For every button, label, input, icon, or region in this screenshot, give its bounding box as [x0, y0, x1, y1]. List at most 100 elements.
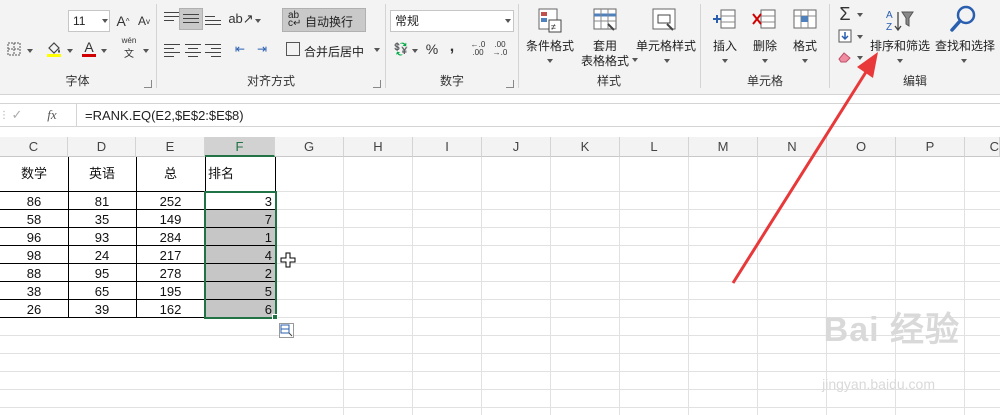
grow-font-icon[interactable]: A ^: [115, 12, 131, 30]
conditional-format-icon[interactable]: ≠: [536, 6, 564, 34]
chevron-down-icon[interactable]: [101, 49, 107, 53]
increase-decimal-icon[interactable]: ←.0 .00: [468, 40, 488, 58]
column-header-j[interactable]: J: [482, 137, 551, 157]
increase-indent-icon[interactable]: ⇥: [253, 40, 271, 58]
delete-button[interactable]: 删除: [747, 39, 783, 53]
column-header-k[interactable]: K: [551, 137, 620, 157]
chevron-down-icon[interactable]: [255, 19, 261, 23]
chevron-down-icon[interactable]: [547, 59, 553, 63]
format-cells-icon[interactable]: [791, 6, 819, 34]
svg-text:A: A: [886, 10, 893, 21]
decrease-indent-icon[interactable]: ⇤: [231, 40, 249, 58]
insert-cells-icon[interactable]: [711, 6, 739, 34]
chevron-down-icon[interactable]: [802, 59, 808, 63]
orientation-icon[interactable]: ab↗: [228, 10, 253, 28]
shrink-font-icon[interactable]: Av: [136, 12, 152, 30]
chevron-down-icon[interactable]: [664, 59, 670, 63]
top-align-icon[interactable]: [164, 12, 180, 26]
format-cells-svg: [793, 9, 817, 29]
column-header-e[interactable]: E: [136, 137, 205, 157]
conditional-format-button[interactable]: 条件格式: [522, 39, 578, 53]
sort-filter-icon[interactable]: A Z: [884, 6, 914, 36]
dialog-launcher-icon[interactable]: [506, 80, 514, 88]
dialog-launcher-icon[interactable]: [373, 80, 381, 88]
number-format-dropdown[interactable]: 常规: [390, 10, 514, 32]
column-header-h[interactable]: H: [344, 137, 413, 157]
chevron-down-icon[interactable]: [762, 59, 768, 63]
gridline: [964, 157, 965, 415]
chevron-down-icon[interactable]: [143, 49, 149, 53]
bottom-align-icon[interactable]: [205, 16, 221, 30]
chevron-down-icon[interactable]: [632, 58, 638, 62]
quick-analysis-button[interactable]: [279, 323, 294, 338]
header-cell-total[interactable]: 总: [136, 165, 205, 183]
editing-group-label: 编辑: [902, 74, 927, 88]
find-select-button[interactable]: 查找和选择: [932, 39, 998, 53]
column-header-g[interactable]: G: [275, 137, 344, 157]
header-cell-english[interactable]: 英语: [68, 165, 136, 183]
clear-icon[interactable]: [837, 50, 853, 64]
header-cell-rank[interactable]: 排名: [208, 165, 274, 183]
find-select-icon[interactable]: [948, 4, 978, 34]
insert-button[interactable]: 插入: [707, 39, 743, 53]
chevron-down-icon[interactable]: [412, 49, 418, 53]
baidu-watermark-url: jingyan.baidu.com: [822, 376, 935, 392]
chevron-down-icon[interactable]: [857, 56, 863, 60]
delete-cells-icon[interactable]: [751, 6, 779, 34]
fill-down-icon[interactable]: [837, 28, 853, 44]
format-as-table-button-l1[interactable]: 套用: [585, 39, 625, 53]
column-header-o[interactable]: O: [827, 137, 896, 157]
column-header-c[interactable]: C: [0, 137, 68, 157]
chevron-down-icon[interactable]: [27, 49, 33, 53]
column-header-i[interactable]: I: [413, 137, 482, 157]
insert-function-icon[interactable]: fx: [42, 107, 62, 123]
border-icon[interactable]: [6, 41, 22, 57]
font-color-bar: [82, 53, 96, 57]
format-as-table-icon[interactable]: [591, 6, 619, 34]
gridline: [550, 157, 551, 415]
dialog-launcher-icon[interactable]: [144, 80, 152, 88]
cell-styles-svg: [652, 8, 676, 31]
format-button[interactable]: 格式: [787, 39, 823, 53]
header-cell-math[interactable]: 数学: [0, 165, 68, 183]
left-align-icon[interactable]: [164, 44, 180, 58]
fill-color-icon[interactable]: [45, 40, 63, 58]
sort-filter-button[interactable]: 排序和筛选: [868, 39, 932, 53]
merge-center-button[interactable]: 合并后居中: [282, 39, 382, 61]
font-color-icon[interactable]: A: [80, 38, 98, 58]
chevron-down-icon[interactable]: [722, 59, 728, 63]
column-header-l[interactable]: L: [620, 137, 689, 157]
phonetic-guide-icon[interactable]: wén 文: [118, 36, 140, 60]
comma-style-icon[interactable]: ,: [446, 38, 458, 56]
enter-check-icon[interactable]: ✓: [10, 107, 24, 123]
cell-styles-button[interactable]: 单元格样式: [634, 39, 698, 53]
cell-styles-icon[interactable]: [650, 6, 678, 34]
column-header-f[interactable]: F: [205, 137, 275, 157]
column-header-m[interactable]: M: [689, 137, 758, 157]
wrap-text-button[interactable]: ab c↵ 自动换行: [282, 8, 366, 32]
decrease-decimal-icon[interactable]: .00 →.0: [490, 40, 510, 58]
chevron-down-icon[interactable]: [67, 49, 73, 53]
column-header-q[interactable]: C: [965, 137, 1000, 157]
chevron-down-icon[interactable]: [857, 35, 863, 39]
center-align-icon[interactable]: [185, 44, 201, 58]
column-header-d[interactable]: D: [68, 137, 136, 157]
chevron-down-icon[interactable]: [897, 59, 903, 63]
middle-align-icon[interactable]: [183, 14, 199, 28]
autosum-icon[interactable]: Σ: [836, 4, 854, 24]
wrap-text-icon: ab c↵: [288, 10, 302, 29]
chevron-down-icon[interactable]: [961, 59, 967, 63]
chevron-down-icon[interactable]: [857, 13, 863, 17]
format-as-table-button-l2[interactable]: 表格格式: [574, 54, 636, 68]
accounting-format-icon[interactable]: 💱: [392, 40, 410, 58]
font-size-dropdown[interactable]: 11: [68, 10, 110, 32]
right-align-icon[interactable]: [205, 44, 221, 58]
font-group-label: 字体: [65, 74, 90, 88]
conditional-format-svg: ≠: [538, 8, 562, 33]
fill-down-svg: [838, 29, 852, 43]
formula-input[interactable]: =RANK.EQ(E2,$E$2:$E$8): [85, 108, 244, 123]
column-header-n[interactable]: N: [758, 137, 827, 157]
column-header-p[interactable]: P: [896, 137, 965, 157]
percent-icon[interactable]: %: [424, 40, 440, 58]
fill-handle[interactable]: [272, 314, 278, 320]
